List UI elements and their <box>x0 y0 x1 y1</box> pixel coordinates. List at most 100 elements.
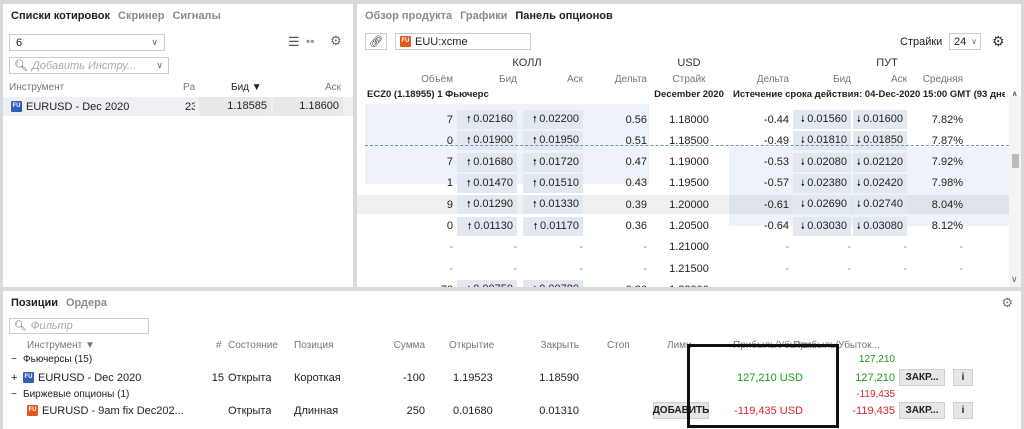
list-select[interactable]: 6 ∨ <box>9 34 165 51</box>
option-strike-row[interactable]: 0 🠕 0.01900 🠕 0.01950 0.51 1.18500 -0.49 🠗 0.0… <box>357 131 1021 151</box>
tab-charts[interactable]: Графики <box>460 10 507 22</box>
call-bid[interactable]: 🠕 0.01470 <box>457 173 517 193</box>
put-bid[interactable]: - <box>793 284 851 287</box>
close-position-button[interactable]: ЗАКР... <box>899 369 945 386</box>
put-bid[interactable]: 🠗 0.02080 <box>793 152 851 172</box>
put-ask[interactable]: 🠗 0.01850 <box>853 131 907 151</box>
call-ask[interactable]: 🠕 0.02200 <box>523 110 583 129</box>
call-ask[interactable]: 🠕 0.01950 <box>523 131 583 151</box>
col-close[interactable]: Закрыть <box>513 340 579 351</box>
col-stop[interactable]: Стоп <box>607 340 630 351</box>
option-strike-row[interactable]: 7 🠕 0.02160 🠕 0.02200 0.56 1.18000 -0.44 🠗 0.0… <box>357 110 1021 129</box>
put-bid[interactable]: 🠗 0.01560 <box>793 110 851 129</box>
filter-input[interactable]: 🔍︎ Фильтр <box>9 318 149 334</box>
call-ask[interactable]: - <box>523 263 583 275</box>
col-instrument[interactable]: Инструмент ▼ <box>27 340 95 351</box>
put-ask[interactable]: 🠗 0.02420 <box>853 173 907 193</box>
scrollbar-thumb[interactable] <box>1012 154 1019 168</box>
link-button[interactable]: 🔗︎ <box>365 33 387 50</box>
call-bid[interactable]: 🠕 0.01130 <box>457 216 517 236</box>
list-view-icon[interactable]: ☰ <box>288 34 300 50</box>
group-futures[interactable]: − Фьючерсы (15) 127,210 <box>3 352 1021 367</box>
grid-view-icon[interactable]: ▪▪ <box>306 34 315 48</box>
call-bid[interactable]: 🠕 0.00750 <box>457 280 517 287</box>
group-options[interactable]: − Биржевые опционы (1) -119,435 <box>3 387 1021 402</box>
option-strike-row[interactable]: - - - - 1.21000 - - - - <box>357 238 1021 257</box>
col-position[interactable]: Позиция <box>294 340 334 351</box>
option-strike-row[interactable]: 9 🠕 0.01290 🠕 0.01330 0.39 1.20000 -0.61 🠗 0.0… <box>357 195 1021 215</box>
put-ask-text: - <box>903 241 907 254</box>
put-bid[interactable]: - <box>793 241 851 253</box>
call-bid[interactable]: 🠕 0.02160 <box>457 110 517 129</box>
tab-screener[interactable]: Скринер <box>118 10 164 22</box>
call-ask[interactable]: 🠕 0.01330 <box>523 195 583 215</box>
put-bid[interactable]: - <box>793 263 851 275</box>
info-button[interactable]: i <box>953 369 973 386</box>
position-row[interactable]: + FU EURUSD - Dec 2020 15 Открыта Коротка… <box>3 368 1021 387</box>
tab-quote-lists[interactable]: Списки котировок <box>11 10 110 22</box>
call-bid[interactable]: 🠕 0.01900 <box>457 131 517 151</box>
position-row[interactable]: FU EURUSD - 9am fix Dec202... Открыта Дли… <box>3 401 1021 420</box>
option-strike-row[interactable]: 70 🠕 0.00750 🠕 0.00780 0.26 1.22000 - - - - <box>357 280 1021 287</box>
option-strike-row[interactable]: - - - - 1.21500 - - - - <box>357 259 1021 278</box>
put-ask[interactable]: - <box>853 241 907 253</box>
col-pa[interactable]: Pa <box>183 82 195 93</box>
tab-orders[interactable]: Ордера <box>66 297 107 309</box>
put-ask[interactable]: 🠗 0.01600 <box>853 110 907 129</box>
mid-volatility-text: 7.92% <box>931 156 963 169</box>
bid-value[interactable]: 1.18585 <box>199 97 271 116</box>
col-bid[interactable]: Бид ▼ <box>231 82 262 93</box>
call-ask[interactable]: 🠕 0.00780 <box>523 280 583 287</box>
info-button[interactable]: i <box>953 402 973 419</box>
put-ask[interactable]: 🠗 0.02740 <box>853 195 907 215</box>
option-strike-row[interactable]: 0 🠕 0.01130 🠕 0.01170 0.36 1.20500 -0.64 🠗 0.0… <box>357 216 1021 236</box>
col-number[interactable]: # <box>216 340 222 351</box>
call-bid[interactable]: 🠕 0.01680 <box>457 152 517 172</box>
expand-icon[interactable]: + <box>11 372 17 384</box>
options-scrollbar[interactable]: ∨ <box>1009 96 1021 287</box>
col-instrument[interactable]: Инструмент <box>9 82 64 93</box>
col-call-delta: Дельта <box>614 73 647 85</box>
gear-icon[interactable]: ⚙ <box>992 33 1005 50</box>
watchlist-row[interactable]: FU EURUSD - Dec 2020 23 1.18585 1.18600 <box>3 97 353 116</box>
tab-signals[interactable]: Сигналы <box>172 10 220 22</box>
gear-icon[interactable]: ⚙ <box>1001 295 1013 311</box>
put-ask[interactable]: 🠗 0.02120 <box>853 152 907 172</box>
instrument-search[interactable]: 🔍︎ Добавить Инстру... ∨ <box>9 57 169 74</box>
put-bid[interactable]: 🠗 0.02690 <box>793 195 851 215</box>
collapse-icon[interactable]: − <box>11 354 17 365</box>
put-ask[interactable]: 🠗 0.03080 <box>853 216 907 236</box>
col-ask[interactable]: Аск <box>283 82 341 93</box>
chevron-down-icon[interactable]: ∨ <box>1011 274 1018 285</box>
option-strike-row[interactable]: 7 🠕 0.01680 🠕 0.01720 0.47 1.19000 -0.53 🠗 0.0… <box>357 152 1021 172</box>
strikes-select[interactable]: 24 ∨ <box>949 33 981 50</box>
call-bid[interactable]: 🠕 0.01290 <box>457 195 517 215</box>
search-input[interactable]: Добавить Инстру... <box>32 60 136 72</box>
group-options-pnl: -119,435 <box>856 389 895 400</box>
collapse-icon[interactable]: − <box>11 389 17 400</box>
call-ask[interactable]: 🠕 0.01510 <box>523 173 583 193</box>
gear-icon[interactable]: ⚙ <box>330 33 342 49</box>
call-bid[interactable]: - <box>457 263 517 275</box>
strike-price-text: 1.18000 <box>669 113 709 126</box>
symbol-input[interactable]: FU EUU:xcme <box>395 33 531 50</box>
call-ask[interactable]: - <box>523 241 583 253</box>
option-strike-row[interactable]: 1 🠕 0.01470 🠕 0.01510 0.43 1.19500 -0.57 🠗 0.0… <box>357 173 1021 193</box>
put-ask[interactable]: - <box>853 284 907 287</box>
tab-options-panel[interactable]: Панель опционов <box>515 10 612 22</box>
put-bid[interactable]: 🠗 0.03030 <box>793 216 851 236</box>
call-bid[interactable]: - <box>457 241 517 253</box>
put-bid[interactable]: 🠗 0.02380 <box>793 173 851 193</box>
call-ask[interactable]: 🠕 0.01170 <box>523 216 583 236</box>
call-ask[interactable]: 🠕 0.01720 <box>523 152 583 172</box>
col-sum[interactable]: Сумма <box>373 340 425 351</box>
put-bid[interactable]: 🠗 0.01810 <box>793 131 851 151</box>
ask-value[interactable]: 1.18600 <box>273 97 343 116</box>
tab-positions[interactable]: Позиции <box>11 297 58 309</box>
put-ask[interactable]: - <box>853 263 907 275</box>
col-state[interactable]: Состояние <box>228 340 278 351</box>
close-position-button[interactable]: ЗАКР... <box>899 402 945 419</box>
put-ask-text: 0.02420 <box>863 176 903 189</box>
col-open[interactable]: Открытие <box>449 340 494 351</box>
tab-product-overview[interactable]: Обзор продукта <box>365 10 452 22</box>
